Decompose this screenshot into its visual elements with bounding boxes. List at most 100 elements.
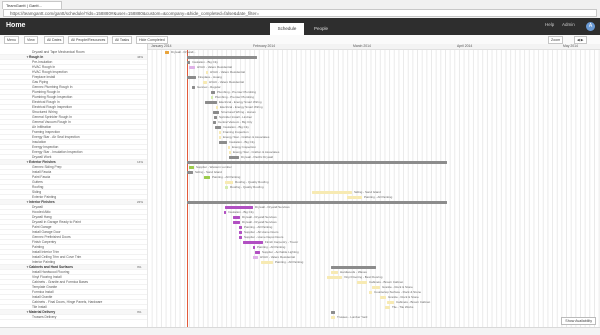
gantt-bar[interactable] — [225, 185, 228, 190]
gantt-bar[interactable] — [372, 285, 380, 290]
gantt-bar-label: Plumbing - Premier Plumbing — [215, 95, 255, 100]
gantt-bar[interactable] — [239, 230, 242, 235]
gantt-bar[interactable] — [233, 220, 240, 225]
gantt-bar[interactable] — [233, 215, 240, 220]
gantt-bar-label: HVAC - Valero Residential — [197, 65, 232, 70]
gantt-bar-label: Structured Wiring - Hunan — [221, 110, 256, 115]
gantt-bar[interactable] — [369, 290, 372, 295]
gantt-bar-label: Supplier - Home Depot Doors — [244, 235, 284, 240]
help-link[interactable]: Help — [545, 22, 554, 27]
gantt-bar-label: HVAC - Valero Residential — [210, 70, 245, 75]
gantt-bar[interactable] — [192, 85, 195, 90]
gantt-bar[interactable] — [205, 100, 217, 105]
gantt-bar[interactable] — [253, 245, 255, 250]
gantt-bar[interactable] — [331, 315, 335, 320]
gantt-bar[interactable] — [206, 70, 208, 75]
zoom-button[interactable]: Zoom — [548, 36, 564, 44]
gantt-bar-label: Supplier - Western Lumber — [196, 165, 232, 170]
admin-link[interactable]: Admin — [562, 22, 575, 27]
month-label: March 2014 — [353, 44, 371, 48]
gantt-chart: Drywall - Drywall... Insulation - Big Cit… — [147, 50, 600, 327]
gantt-bar[interactable] — [239, 225, 242, 230]
gantt-bar-label: Drywall - Drywall Services — [242, 215, 277, 220]
gantt-bar[interactable] — [216, 105, 218, 110]
gantt-bar-label: Supplier - Archable Lighting — [262, 250, 299, 255]
gantt-bar[interactable] — [187, 170, 193, 175]
address-bar[interactable]: https://teamgantt.com/gantt/schedule/?id… — [3, 9, 597, 17]
tab-people[interactable]: People — [304, 23, 338, 35]
gantt-bar[interactable] — [253, 255, 258, 260]
gantt-bar-label: Electrical - Energy Smart Wiring — [220, 105, 263, 110]
gantt-bar[interactable] — [219, 130, 221, 135]
gantt-bar[interactable] — [225, 205, 253, 210]
gantt-bar[interactable] — [215, 125, 221, 130]
month-label: May 2014 — [563, 44, 578, 48]
gantt-bar[interactable] — [229, 155, 239, 160]
gantt-bar[interactable] — [331, 310, 335, 315]
gantt-bar[interactable] — [187, 60, 190, 65]
gantt-bar-label: Insulation - Big City — [223, 125, 249, 130]
gantt-bar[interactable] — [187, 75, 196, 80]
gantt-bar[interactable] — [219, 140, 227, 145]
gantt-bar[interactable] — [187, 200, 447, 205]
menu-button[interactable]: Menu — [4, 36, 19, 44]
gantt-bar[interactable] — [204, 175, 210, 180]
gantt-bar-label: Fireplace - Huang — [198, 75, 222, 80]
scroll-arrows[interactable]: ◀ ▶ — [574, 36, 587, 44]
gantt-bar-label: Sprinkler Install - Lindner — [219, 115, 253, 120]
gantt-bar-label: HVAC - Valero Residential — [260, 255, 295, 260]
gantt-bar[interactable] — [228, 145, 230, 150]
gantt-bar-label: Countertop Surface - Rock & Stone — [374, 290, 422, 295]
gantt-bar[interactable] — [219, 135, 221, 140]
gantt-bar-label: Painting - All Painting — [275, 260, 304, 265]
gantt-bar[interactable] — [229, 150, 231, 155]
gantt-bar-label: Granite - Rock & Stone — [382, 285, 413, 290]
gantt-bar[interactable] — [211, 90, 215, 95]
gantt-bar[interactable] — [380, 295, 386, 300]
gantt-bar[interactable] — [243, 240, 263, 245]
show-availability-button[interactable]: Show Availability — [561, 317, 596, 325]
gantt-bar-label: Painting - All Painting — [257, 245, 286, 250]
task-list: Drywall and Tape Mechanical Room ▼ Rough I… — [0, 44, 148, 327]
gantt-bar[interactable] — [225, 180, 233, 185]
tab-schedule[interactable]: Schedule — [270, 23, 304, 35]
gantt-bar[interactable] — [213, 110, 219, 115]
gantt-bar[interactable] — [385, 305, 390, 310]
gantt-bar[interactable] — [347, 195, 362, 200]
gantt-bar[interactable] — [261, 260, 273, 265]
gantt-bar[interactable] — [187, 55, 257, 60]
gantt-bar-label: Roofing - Quality Roofing — [235, 180, 269, 185]
gantt-bar[interactable] — [203, 80, 207, 85]
gantt-bar-label: Finish Carpentry - Trevor — [265, 240, 299, 245]
gantt-bar[interactable] — [213, 120, 216, 125]
gantt-bar-label: Cabinets - Brown Cabinet — [396, 300, 431, 305]
gantt-bar[interactable] — [331, 265, 376, 270]
all-dates-filter[interactable]: All Dates — [44, 36, 65, 44]
browser-tab[interactable]: TeamGantt | Gantt... — [2, 1, 62, 9]
gantt-bar[interactable] — [214, 115, 217, 120]
hide-completed-toggle[interactable]: Hide Completed — [136, 36, 168, 44]
gantt-bar[interactable] — [331, 270, 338, 275]
gantt-bar[interactable] — [187, 160, 447, 165]
gantt-bar-label: Hardwoods - Waves — [340, 270, 367, 275]
month-label: January 2014 — [151, 44, 172, 48]
gantt-bar[interactable] — [312, 190, 352, 195]
today-line — [187, 50, 188, 327]
gantt-bar-label: Insulation - Big City — [229, 140, 255, 145]
view-button[interactable]: View — [24, 36, 38, 44]
gantt-bar[interactable] — [165, 50, 169, 55]
gantt-bar-label: Cabinets - Brown Cabinet — [369, 280, 404, 285]
gantt-bar[interactable] — [239, 235, 242, 240]
gantt-bar[interactable] — [255, 250, 260, 255]
gantt-bar[interactable] — [224, 210, 226, 215]
people-filter[interactable]: All People/Resources — [68, 36, 109, 44]
task-row[interactable]: Trusses Delivery — [0, 315, 147, 320]
gantt-bar[interactable] — [387, 300, 394, 305]
gantt-bar[interactable] — [189, 65, 195, 70]
gantt-bar[interactable] — [211, 95, 213, 100]
avatar[interactable]: A — [586, 22, 595, 31]
gantt-bar[interactable] — [189, 165, 194, 170]
gantt-bar[interactable] — [357, 280, 367, 285]
all-tasks-filter[interactable]: All Tasks — [112, 36, 133, 44]
gantt-bar[interactable] — [327, 275, 342, 280]
